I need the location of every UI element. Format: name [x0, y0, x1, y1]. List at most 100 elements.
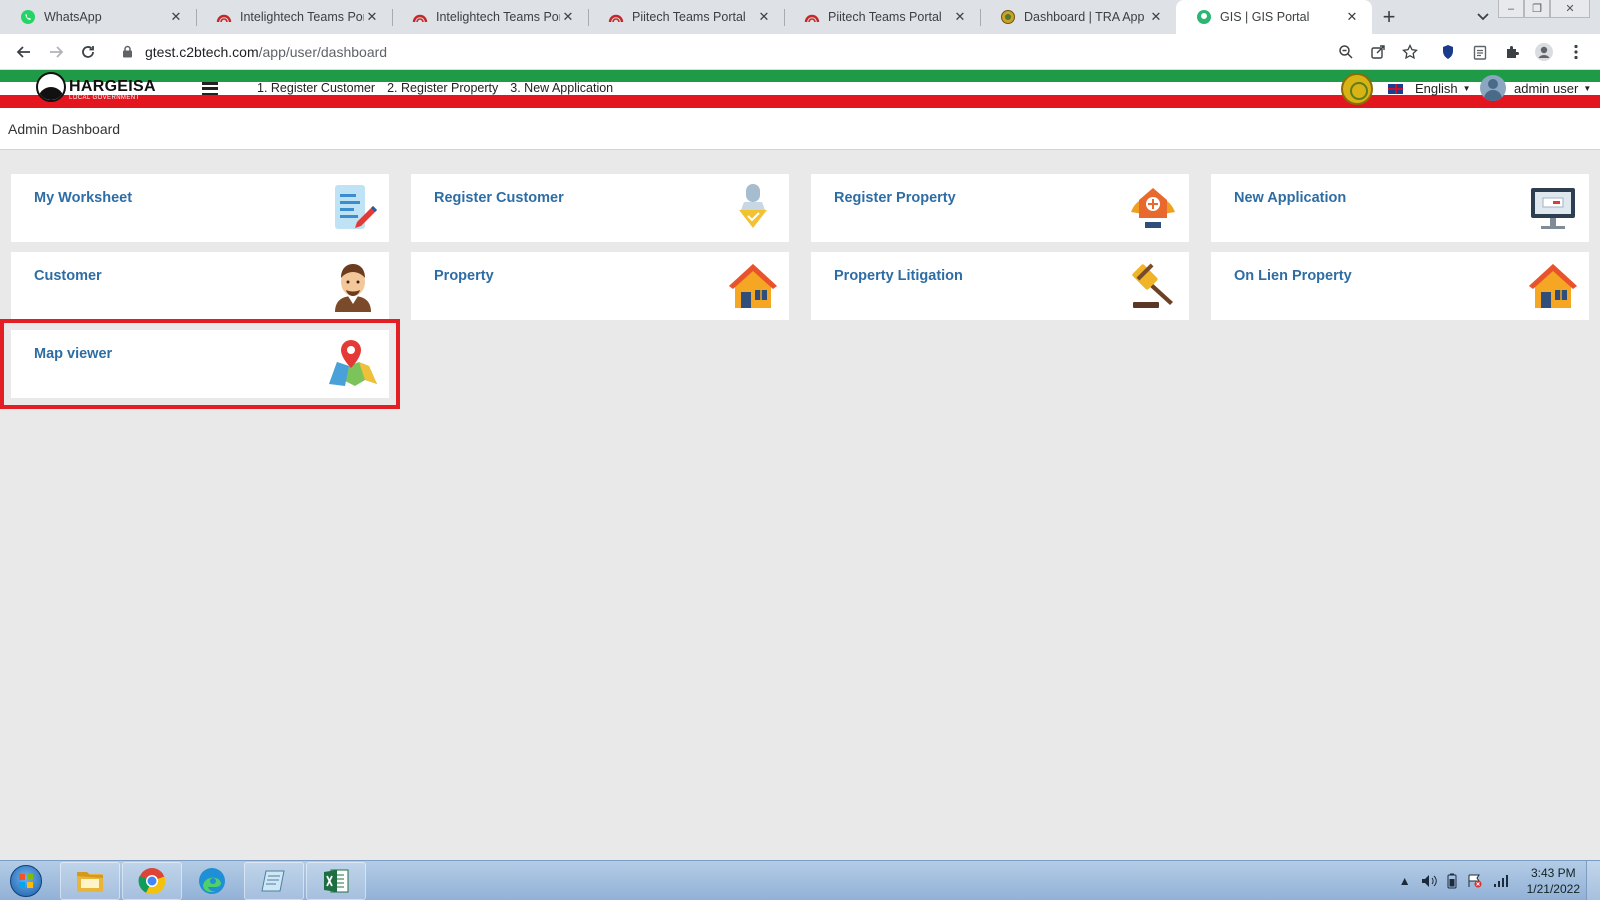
- card-map-viewer[interactable]: Map viewer: [0, 319, 400, 409]
- arrow-left-icon: [16, 45, 30, 58]
- close-icon[interactable]: ✕: [756, 9, 772, 25]
- forward-button[interactable]: [40, 36, 72, 68]
- teams-portal-icon: [412, 9, 428, 25]
- close-icon[interactable]: ✕: [1344, 9, 1360, 25]
- nav-register-property[interactable]: 2. Register Property: [387, 81, 498, 95]
- card-new-application[interactable]: New Application: [1211, 174, 1589, 242]
- share-icon[interactable]: [1362, 36, 1394, 68]
- new-tab-button[interactable]: +: [1372, 0, 1406, 34]
- gavel-icon: [1132, 263, 1173, 308]
- card-my-worksheet[interactable]: My Worksheet: [11, 174, 389, 242]
- puzzle-icon[interactable]: [1496, 36, 1528, 68]
- card-property[interactable]: Property: [411, 252, 789, 320]
- close-icon[interactable]: ✕: [168, 9, 184, 25]
- address-bar[interactable]: gtest.c2btech.com/app/user/dashboard: [112, 36, 1322, 67]
- lock-icon: [122, 45, 133, 58]
- back-button[interactable]: [8, 36, 40, 68]
- caret-down-icon: ▼: [1462, 84, 1471, 93]
- window-controls: – ❐ ✕: [1498, 0, 1590, 34]
- card-label: Customer: [34, 268, 102, 284]
- card-customer[interactable]: Customer: [11, 252, 389, 320]
- close-icon[interactable]: ✕: [952, 9, 968, 25]
- tab-title: Piitech Teams Portal: [828, 10, 942, 24]
- brand-subtitle: LOCAL GOVERNMENT: [69, 95, 140, 101]
- tab-search-button[interactable]: [1468, 0, 1498, 34]
- card-property-litigation[interactable]: Property Litigation: [811, 252, 1189, 320]
- edge-icon: [199, 868, 225, 894]
- tab-piitech-2[interactable]: Piitech Teams Portal ✕: [784, 0, 980, 34]
- top-navigation: 1. Register Customer 2. Register Propert…: [257, 81, 613, 95]
- card-register-customer[interactable]: Register Customer: [411, 174, 789, 242]
- kebab-menu-icon[interactable]: [1560, 36, 1592, 68]
- card-register-property[interactable]: Register Property: [811, 174, 1189, 242]
- extension-shield-icon[interactable]: [1432, 36, 1464, 68]
- brand-logo[interactable]: HARGEISA LOCAL GOVERNMENT: [36, 72, 156, 102]
- gis-icon: [1196, 9, 1212, 25]
- card-label: New Application: [1234, 190, 1347, 206]
- teams-portal-icon: [804, 9, 820, 25]
- monitor-icon: [1531, 188, 1575, 229]
- tab-whatsapp[interactable]: WhatsApp ✕: [0, 0, 196, 34]
- card-label: Property Litigation: [834, 268, 963, 284]
- hargeisa-logo-icon: [36, 72, 66, 102]
- tray-expand-icon[interactable]: ▲: [1399, 874, 1411, 888]
- person-icon: [335, 264, 371, 312]
- stamp-icon: [739, 184, 767, 228]
- tab-piitech-1[interactable]: Piitech Teams Portal ✕: [588, 0, 784, 34]
- map-pin-icon: [329, 340, 377, 386]
- house-icon: [729, 264, 777, 308]
- restore-button[interactable]: ❐: [1524, 0, 1550, 18]
- tab-intelightech-2[interactable]: Intelightech Teams Portal ✕: [392, 0, 588, 34]
- whatsapp-icon: [20, 9, 36, 25]
- arrow-right-icon: [50, 45, 64, 58]
- minimize-button[interactable]: –: [1498, 0, 1524, 18]
- app-header: HARGEISA LOCAL GOVERNMENT 1. Register Cu…: [0, 70, 1600, 108]
- nav-register-customer[interactable]: 1. Register Customer: [257, 81, 375, 95]
- nav-new-application[interactable]: 3. New Application: [510, 81, 613, 95]
- taskbar-notepad[interactable]: [244, 862, 304, 900]
- close-window-button[interactable]: ✕: [1550, 0, 1590, 18]
- clipboard-icon[interactable]: [1464, 36, 1496, 68]
- battery-icon[interactable]: [1447, 873, 1457, 889]
- start-button[interactable]: [4, 863, 48, 899]
- user-menu[interactable]: admin user ▼: [1480, 75, 1591, 101]
- reload-button[interactable]: [72, 36, 104, 68]
- brand-name: HARGEISA: [69, 78, 156, 95]
- page-title-bar: Admin Dashboard: [0, 108, 1600, 150]
- tab-tra-dashboard[interactable]: Dashboard | TRA App ✕: [980, 0, 1176, 34]
- chrome-icon: [138, 868, 166, 895]
- tab-intelightech-1[interactable]: Intelightech Teams Portal ✕: [196, 0, 392, 34]
- taskbar-chrome[interactable]: [122, 862, 182, 900]
- page-title: Admin Dashboard: [8, 120, 121, 137]
- taskbar-excel[interactable]: [306, 862, 366, 900]
- zoom-icon[interactable]: [1330, 36, 1362, 68]
- avatar: [1480, 75, 1506, 101]
- language-selector[interactable]: English ▼: [1388, 81, 1471, 96]
- notepad-icon: [261, 870, 285, 892]
- url-path: /app/user/dashboard: [258, 43, 388, 60]
- volume-icon[interactable]: [1421, 874, 1437, 888]
- browser-tab-strip: WhatsApp ✕ Intelightech Teams Portal ✕ I…: [0, 0, 1600, 34]
- network-signal-icon[interactable]: [1493, 874, 1509, 888]
- taskbar-file-explorer[interactable]: [60, 862, 120, 900]
- tab-title: GIS | GIS Portal: [1220, 10, 1310, 24]
- action-center-flag-icon[interactable]: [1467, 874, 1483, 888]
- card-on-lien-property[interactable]: On Lien Property: [1211, 252, 1589, 320]
- tab-title: WhatsApp: [44, 10, 102, 24]
- card-label: Map viewer: [34, 346, 113, 362]
- hamburger-menu-icon[interactable]: [202, 82, 218, 95]
- close-icon[interactable]: ✕: [1148, 9, 1164, 25]
- tab-gis-portal[interactable]: GIS | GIS Portal ✕: [1176, 0, 1372, 34]
- caret-down-icon: ▼: [1583, 83, 1592, 93]
- show-desktop-button[interactable]: [1586, 861, 1600, 900]
- system-clock[interactable]: 3:43 PM 1/21/2022: [1527, 865, 1580, 897]
- teams-portal-icon: [608, 9, 624, 25]
- url-host: gtest.c2btech.com: [145, 43, 259, 60]
- taskbar-edge[interactable]: [182, 862, 242, 900]
- profile-icon[interactable]: [1528, 36, 1560, 68]
- file-explorer-icon: [77, 872, 103, 892]
- close-icon[interactable]: ✕: [560, 9, 576, 25]
- bookmark-star-icon[interactable]: [1394, 36, 1426, 68]
- close-icon[interactable]: ✕: [364, 9, 380, 25]
- card-label: Register Customer: [434, 190, 564, 206]
